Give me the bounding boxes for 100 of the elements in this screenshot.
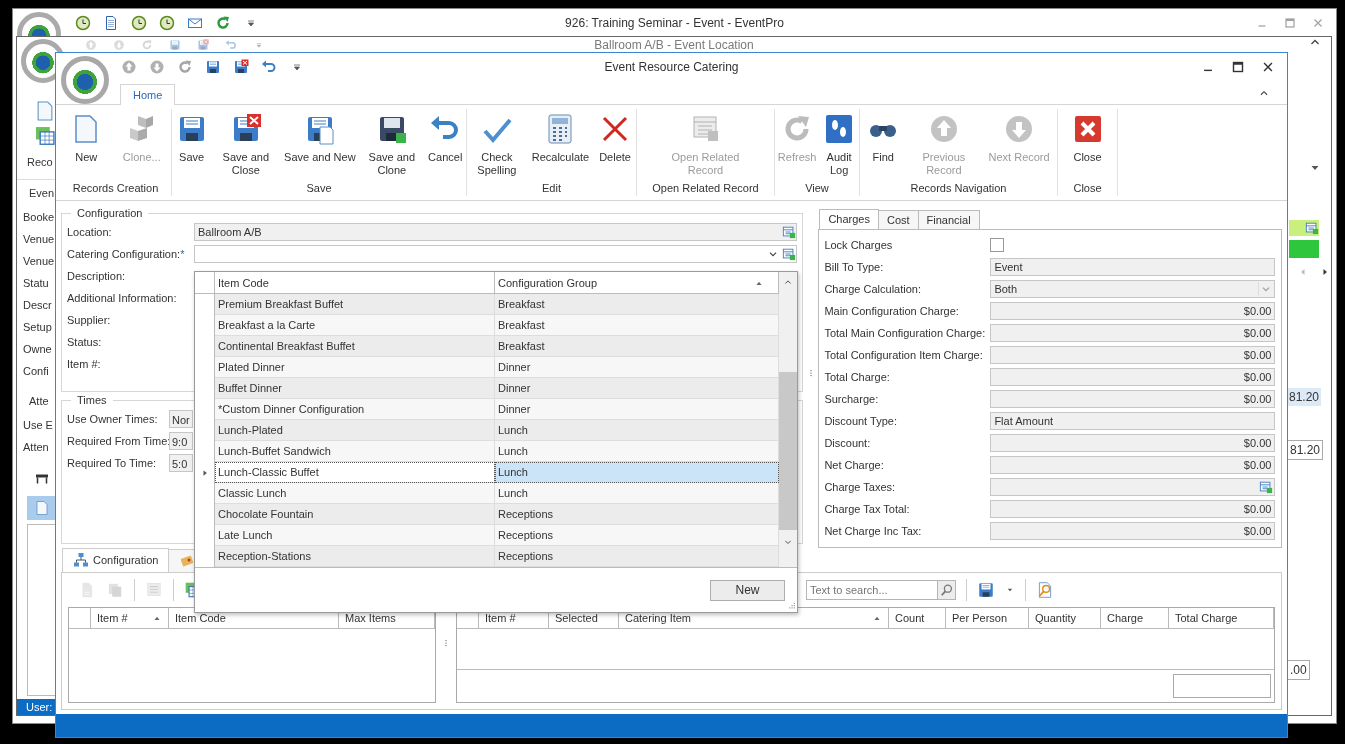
- ribbon-button[interactable]: Close: [1073, 151, 1102, 164]
- column-header[interactable]: Charge: [1101, 608, 1169, 628]
- amount-field[interactable]: $0.00: [990, 390, 1276, 408]
- table-cell[interactable]: Chocolate Fountain: [215, 504, 495, 525]
- location-field[interactable]: Ballroom A/B: [194, 223, 797, 241]
- table-cell[interactable]: Lunch: [495, 441, 779, 462]
- scrollbar[interactable]: [779, 272, 797, 567]
- table-row[interactable]: Classic Lunch Lunch: [195, 483, 779, 504]
- logo-icon[interactable]: [61, 56, 109, 104]
- clock-icon[interactable]: [75, 15, 91, 31]
- table-cell[interactable]: Late Lunch: [215, 525, 495, 546]
- table-cell[interactable]: Receptions: [495, 546, 779, 567]
- tab[interactable]: Charges: [819, 209, 879, 230]
- table-row[interactable]: Premium Breakfast Buffet Breakfast: [195, 294, 779, 315]
- table-row[interactable]: *Custom Dinner Configuration Dinner: [195, 399, 779, 420]
- table-row[interactable]: Reception-Stations Receptions: [195, 546, 779, 567]
- ribbon-button[interactable]: Save: [179, 151, 205, 164]
- color-field[interactable]: [1289, 220, 1319, 236]
- tab[interactable]: Cost: [877, 210, 919, 229]
- table-row[interactable]: Buffet Dinner Dinner: [195, 378, 779, 399]
- dropdown-field[interactable]: Both: [990, 280, 1276, 298]
- table-cell[interactable]: Dinner: [495, 378, 779, 399]
- column-header[interactable]: Item #: [91, 608, 169, 628]
- table-cell[interactable]: Lunch-Plated: [215, 420, 495, 441]
- grid-icon[interactable]: [34, 125, 56, 147]
- column-header[interactable]: Count: [889, 608, 946, 628]
- search-field[interactable]: Text to search...: [806, 580, 938, 600]
- input-field[interactable]: 9:0: [169, 432, 193, 450]
- column-header[interactable]: Total Charge: [1169, 608, 1274, 628]
- table-cell[interactable]: Reception-Stations: [215, 546, 495, 567]
- new-button[interactable]: [27, 496, 56, 520]
- ribbon-button[interactable]: Recalculate: [531, 151, 590, 164]
- column-header[interactable]: Per Person: [946, 608, 1029, 628]
- document-icon[interactable]: [103, 15, 119, 31]
- ribbon-button[interactable]: New: [75, 151, 98, 164]
- tab[interactable]: Financial: [917, 210, 980, 229]
- table-cell[interactable]: *Custom Dinner Configuration: [215, 399, 495, 420]
- input-field[interactable]: Nor: [169, 410, 193, 428]
- amount-field[interactable]: $0.00: [990, 302, 1276, 320]
- table-cell[interactable]: Continental Breakfast Buffet: [215, 336, 495, 357]
- clock-icon[interactable]: [159, 15, 175, 31]
- amount-field[interactable]: $0.00: [990, 456, 1276, 474]
- column-header[interactable]: Item Code: [215, 272, 495, 293]
- table-cell[interactable]: Lunch: [495, 420, 779, 441]
- table-cell[interactable]: Lunch-Buffet Sandwich: [215, 441, 495, 462]
- find-document-icon[interactable]: [1036, 581, 1054, 599]
- table-cell[interactable]: Receptions: [495, 525, 779, 546]
- input-field[interactable]: 5:0: [169, 454, 193, 472]
- floppy-disk-x-icon[interactable]: [233, 59, 249, 75]
- table-row[interactable]: Plated Dinner Dinner: [195, 357, 779, 378]
- text-field[interactable]: Event: [990, 258, 1276, 276]
- table-cell[interactable]: Breakfast a la Carte: [215, 315, 495, 336]
- clock-icon[interactable]: [131, 15, 147, 31]
- amount-field[interactable]: $0.00: [990, 500, 1276, 518]
- table-cell[interactable]: Lunch-Classic Buffet: [215, 462, 495, 483]
- lookup-field[interactable]: [990, 478, 1276, 496]
- combo-field[interactable]: [194, 245, 797, 263]
- lookup-icon[interactable]: [782, 247, 796, 261]
- table-cell[interactable]: Breakfast: [495, 294, 779, 315]
- table-cell[interactable]: Dinner: [495, 357, 779, 378]
- up-arrow-circle-icon[interactable]: [121, 59, 137, 75]
- new-button[interactable]: New: [710, 579, 785, 601]
- table-cell[interactable]: Receptions: [495, 504, 779, 525]
- amount-field[interactable]: $0.00: [990, 434, 1276, 452]
- ribbon-button[interactable]: Save and Clone: [362, 151, 421, 177]
- ribbon-button[interactable]: Find: [872, 151, 894, 164]
- table-row[interactable]: Lunch-Plated Lunch: [195, 420, 779, 441]
- amount-field[interactable]: $0.00: [990, 522, 1276, 540]
- ribbon-tab[interactable]: Home: [120, 84, 176, 105]
- column-header[interactable]: Quantity: [1029, 608, 1101, 628]
- table-cell[interactable]: Breakfast: [495, 336, 779, 357]
- ribbon-button[interactable]: Cancel: [428, 151, 463, 164]
- table-cell[interactable]: Premium Breakfast Buffet: [215, 294, 495, 315]
- refresh-icon[interactable]: [215, 15, 231, 31]
- lookup-icon[interactable]: [1259, 480, 1274, 494]
- table-cell[interactable]: Lunch: [495, 483, 779, 504]
- table-row[interactable]: Continental Breakfast Buffet Breakfast: [195, 336, 779, 357]
- ribbon-button[interactable]: Save and New: [284, 151, 356, 164]
- ribbon-button[interactable]: Check Spelling: [471, 151, 522, 177]
- ribbon-button[interactable]: Save and Close: [214, 151, 277, 177]
- amount-field[interactable]: $0.00: [990, 324, 1276, 342]
- table-row[interactable]: Lunch-Buffet Sandwich Lunch: [195, 441, 779, 462]
- amount-field[interactable]: $0.00: [990, 346, 1276, 364]
- table-cell[interactable]: Classic Lunch: [215, 483, 495, 504]
- down-arrow-circle-icon[interactable]: [149, 59, 165, 75]
- table-cell[interactable]: Lunch: [495, 462, 779, 483]
- lookup-icon[interactable]: [1305, 221, 1319, 235]
- lookup-icon[interactable]: [782, 225, 796, 239]
- undo-icon[interactable]: [261, 59, 277, 75]
- text-field[interactable]: Flat Amount: [990, 412, 1276, 430]
- checkbox[interactable]: [990, 238, 1005, 252]
- amount-field[interactable]: $0.00: [990, 368, 1276, 386]
- table-row[interactable]: Chocolate Fountain Receptions: [195, 504, 779, 525]
- refresh-icon[interactable]: [177, 59, 193, 75]
- tab[interactable]: Configuration: [62, 548, 170, 573]
- table-cell[interactable]: Dinner: [495, 399, 779, 420]
- ribbon-button[interactable]: Audit Log: [822, 151, 857, 177]
- table-cell[interactable]: Buffet Dinner: [215, 378, 495, 399]
- table-cell[interactable]: Plated Dinner: [215, 357, 495, 378]
- ribbon-button[interactable]: Delete: [599, 151, 631, 164]
